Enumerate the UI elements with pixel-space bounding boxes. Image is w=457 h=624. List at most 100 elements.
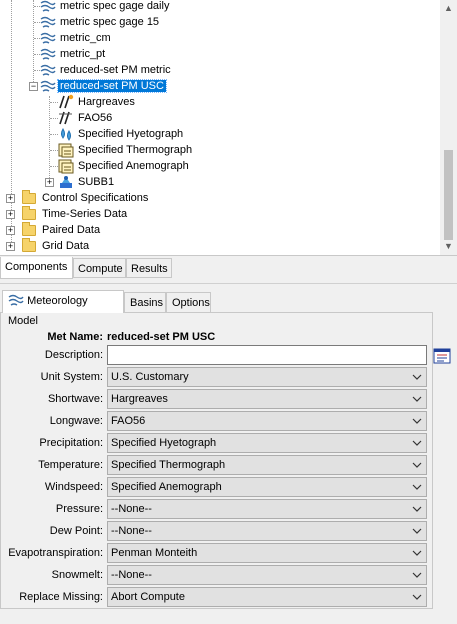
snowmelt-select[interactable]: --None--: [107, 565, 427, 585]
expand-toggle[interactable]: +: [6, 226, 15, 235]
tree-folder-time-series[interactable]: Time-Series Data: [22, 206, 129, 222]
description-input[interactable]: [107, 345, 427, 365]
tab-components[interactable]: Components: [0, 257, 73, 279]
chevron-down-icon: [411, 390, 423, 408]
evapotranspiration-select[interactable]: Penman Monteith: [107, 543, 427, 563]
tab-compute[interactable]: Compute: [73, 258, 126, 278]
tree-item-label: Paired Data: [42, 224, 101, 236]
met-model-icon: [40, 14, 56, 30]
tree-item-met-model[interactable]: metric spec gage 15: [34, 14, 161, 30]
tree-item-met-model-selected[interactable]: reduced-set PM USC: [40, 78, 167, 94]
description-editor-icon[interactable]: [433, 348, 451, 364]
met-model-icon: [40, 78, 56, 94]
folder-icon: [22, 222, 38, 238]
chevron-down-icon: [411, 412, 423, 430]
tree-item-met-model[interactable]: metric_pt: [34, 46, 107, 62]
shortwave-row: Shortwave: Hargreaves: [1, 389, 434, 409]
tree-item-longwave[interactable]: FAO56: [50, 110, 114, 126]
scroll-up-icon[interactable]: ▲: [440, 0, 457, 17]
tree-item-label: metric_cm: [60, 32, 111, 44]
select-value: --None--: [111, 525, 152, 537]
tree-folder-grid-data[interactable]: Grid Data: [22, 238, 91, 254]
tree-item-label: metric spec gage daily: [60, 0, 170, 12]
tree-item-label: Specified Thermograph: [78, 144, 193, 156]
chevron-down-icon: [411, 588, 423, 606]
select-value: --None--: [111, 503, 152, 515]
unit-system-select[interactable]: U.S. Customary: [107, 367, 427, 387]
tree-item-label: Specified Hyetograph: [78, 128, 184, 140]
replace-missing-select[interactable]: Abort Compute: [107, 587, 427, 607]
pressure-select[interactable]: --None--: [107, 499, 427, 519]
select-value: --None--: [111, 569, 152, 581]
tree-item-windspeed[interactable]: Specified Anemograph: [50, 158, 191, 174]
tab-basins[interactable]: Basins: [124, 292, 166, 312]
tree-item-met-model[interactable]: reduced-set PM metric: [34, 62, 173, 78]
longwave-row: Longwave: FAO56: [1, 411, 434, 431]
tab-meteorology-model[interactable]: Meteorology Model: [2, 290, 124, 327]
replace-missing-label: Replace Missing:: [19, 591, 103, 603]
tree-item-met-model[interactable]: metric_cm: [34, 30, 113, 46]
tree-scrollbar[interactable]: ▲ ▼: [440, 0, 457, 255]
met-model-icon: [40, 46, 56, 62]
tree-item-precipitation[interactable]: Specified Hyetograph: [50, 126, 185, 142]
tree-item-shortwave[interactable]: Hargreaves: [50, 94, 137, 110]
evapotranspiration-row: Evapotranspiration: Penman Monteith: [1, 543, 434, 563]
temperature-row: Temperature: Specified Thermograph: [1, 455, 434, 475]
panel-divider[interactable]: [0, 283, 457, 285]
met-model-icon: [8, 293, 24, 307]
chevron-down-icon: [411, 478, 423, 496]
select-value: U.S. Customary: [111, 371, 189, 383]
tree-item-label: reduced-set PM USC: [57, 79, 167, 93]
component-tree[interactable]: metric spec gage daily metric spec gage …: [0, 0, 457, 256]
meteorology-model-editor: Met Name: reduced-set PM USC Description…: [0, 312, 451, 609]
temperature-select[interactable]: Specified Thermograph: [107, 455, 427, 475]
expand-toggle[interactable]: +: [6, 242, 15, 251]
property-tabs: Meteorology Model Basins Options: [0, 290, 457, 327]
shortwave-select[interactable]: Hargreaves: [107, 389, 427, 409]
unit-system-label: Unit System:: [40, 371, 103, 383]
tree-item-label: metric spec gage 15: [60, 16, 160, 28]
tree-item-met-model[interactable]: metric spec gage daily: [34, 0, 171, 14]
dew-point-select[interactable]: --None--: [107, 521, 427, 541]
select-value: Hargreaves: [111, 393, 168, 405]
tree-item-temperature[interactable]: Specified Thermograph: [50, 142, 194, 158]
tree-item-label: Time-Series Data: [42, 208, 128, 220]
tab-results[interactable]: Results: [126, 258, 172, 278]
tree-folder-control-specs[interactable]: Control Specifications: [22, 190, 150, 206]
met-name-row: Met Name: reduced-set PM USC: [1, 327, 434, 347]
chevron-down-icon: [411, 544, 423, 562]
scroll-thumb[interactable]: [444, 150, 453, 240]
select-value: Penman Monteith: [111, 547, 198, 559]
longwave-select[interactable]: FAO56: [107, 411, 427, 431]
collapse-toggle[interactable]: −: [29, 82, 38, 91]
met-model-icon: [40, 62, 56, 78]
chevron-down-icon: [411, 434, 423, 452]
tree-folder-paired-data[interactable]: Paired Data: [22, 222, 102, 238]
precipitation-row: Precipitation: Specified Hyetograph: [1, 433, 434, 453]
gage-icon: [58, 142, 74, 158]
shortwave-label: Shortwave:: [47, 393, 103, 405]
precip-icon: [58, 126, 74, 142]
chevron-down-icon: [411, 522, 423, 540]
chevron-down-icon: [411, 500, 423, 518]
expand-toggle[interactable]: +: [6, 194, 15, 203]
expand-toggle[interactable]: +: [6, 210, 15, 219]
tree-item-label: Specified Anemograph: [78, 160, 189, 172]
tree-item-subbasin[interactable]: SUBB1: [58, 174, 116, 190]
windspeed-select[interactable]: Specified Anemograph: [107, 477, 427, 497]
scroll-down-icon[interactable]: ▼: [440, 238, 457, 255]
tree-item-label: FAO56: [78, 112, 113, 124]
snowmelt-row: Snowmelt: --None--: [1, 565, 434, 585]
folder-icon: [22, 190, 38, 206]
unit-system-row: Unit System: U.S. Customary: [1, 367, 434, 387]
precipitation-select[interactable]: Specified Hyetograph: [107, 433, 427, 453]
expand-toggle[interactable]: +: [45, 178, 54, 187]
description-row: Description:: [1, 345, 451, 365]
chevron-down-icon: [411, 566, 423, 584]
select-value: Abort Compute: [111, 591, 185, 603]
tree-item-label: metric_pt: [60, 48, 106, 60]
gage-icon: [58, 158, 74, 174]
description-label: Description:: [44, 349, 103, 361]
select-value: Specified Hyetograph: [111, 437, 217, 449]
tab-options[interactable]: Options: [166, 292, 211, 312]
